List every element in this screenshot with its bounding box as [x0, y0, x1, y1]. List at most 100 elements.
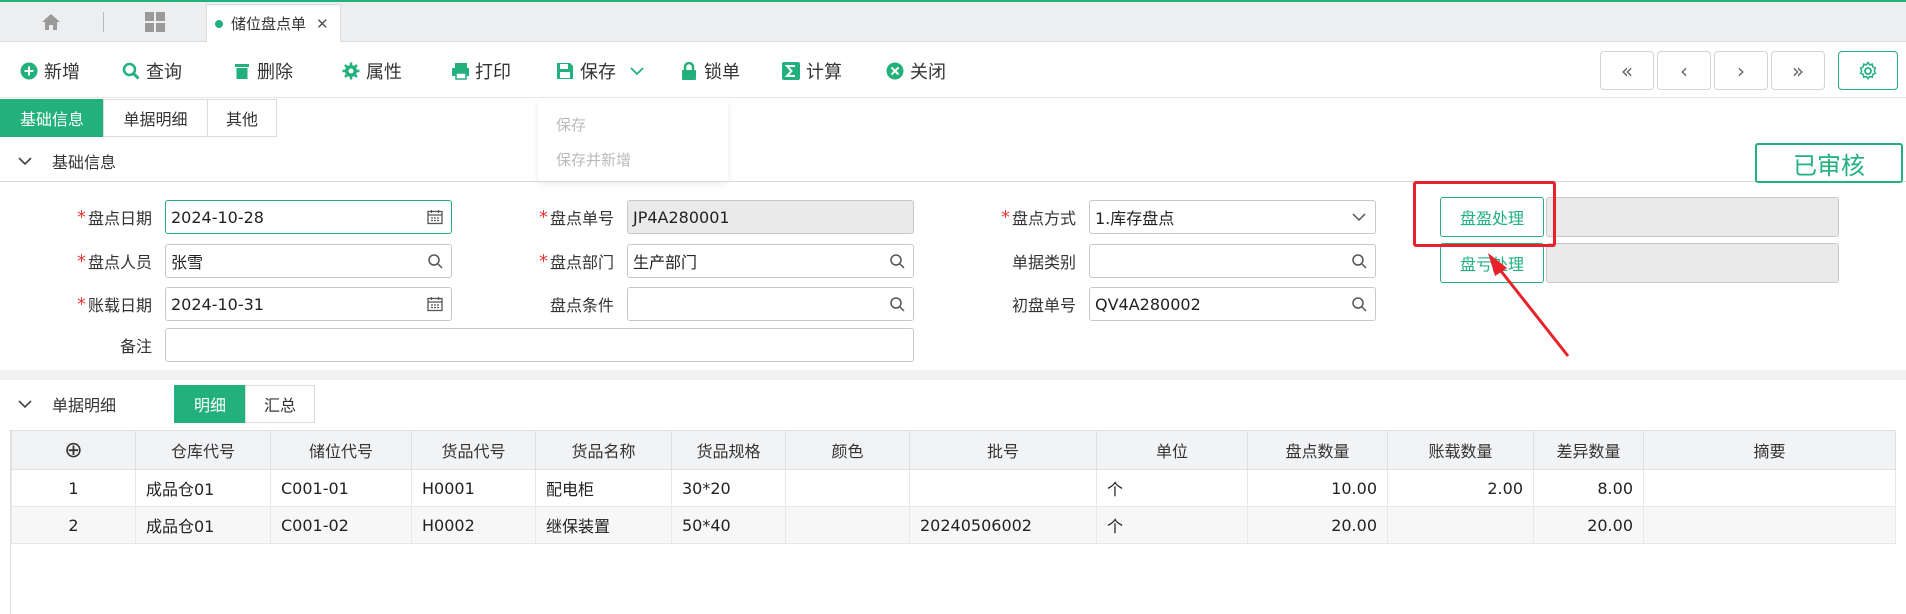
basic-info-header[interactable]: 基础信息: [0, 140, 1906, 182]
lock-icon: [680, 61, 698, 80]
cell-warehouse[interactable]: 成品仓01: [135, 506, 271, 544]
cell-summary[interactable]: [1643, 469, 1896, 507]
col-header[interactable]: 批号: [909, 430, 1097, 470]
last-record-button[interactable]: »: [1771, 51, 1825, 90]
cell-diff-qty[interactable]: 20.00: [1533, 506, 1644, 544]
col-header[interactable]: 盘点数量: [1247, 430, 1388, 470]
cell-unit[interactable]: 个: [1096, 506, 1248, 544]
menu-item-save[interactable]: 保存: [538, 108, 728, 143]
last-icon: »: [1791, 58, 1805, 83]
remark-field[interactable]: [165, 328, 914, 362]
first-count-no-field[interactable]: QV4A280002: [1089, 287, 1376, 321]
col-header[interactable]: 货品代号: [411, 430, 536, 470]
cell-warehouse[interactable]: 成品仓01: [135, 469, 271, 507]
cell-item-name[interactable]: 继保装置: [535, 506, 672, 544]
cell-unit[interactable]: 个: [1096, 469, 1248, 507]
document-tab[interactable]: 储位盘点单 ✕: [206, 4, 341, 42]
doc-type-label: 单据类别: [1011, 253, 1076, 272]
cell-book-qty[interactable]: 2.00: [1387, 469, 1534, 507]
cell-count-qty[interactable]: 10.00: [1247, 469, 1388, 507]
apps-tab[interactable]: [104, 2, 205, 42]
tab-summary[interactable]: 汇总: [245, 385, 315, 423]
calculate-button[interactable]: 计算: [782, 43, 842, 98]
tab-other[interactable]: 其他: [207, 99, 277, 137]
col-header[interactable]: 货品名称: [535, 430, 672, 470]
remark-label: 备注: [119, 337, 152, 356]
basic-info-title: 基础信息: [52, 152, 117, 172]
col-header[interactable]: 货品规格: [671, 430, 786, 470]
col-header[interactable]: 账载数量: [1387, 430, 1534, 470]
cell-item-code[interactable]: H0001: [411, 469, 536, 507]
query-button[interactable]: 查询: [122, 43, 182, 98]
count-cond-label: 盘点条件: [549, 296, 614, 315]
tab-detail-lines[interactable]: 明细: [174, 385, 246, 423]
cell-batch[interactable]: [909, 469, 1097, 507]
collapse-chevron-icon[interactable]: [18, 399, 32, 409]
cell-spec[interactable]: 50*40: [671, 506, 786, 544]
table-row[interactable]: 1 成品仓01 C001-01 H0001 配电柜 30*20 个 10.00 …: [11, 469, 1896, 507]
search-icon[interactable]: [1351, 253, 1367, 269]
cell-location[interactable]: C001-01: [270, 469, 412, 507]
tab-basic-info[interactable]: 基础信息: [0, 99, 104, 137]
loss-process-button[interactable]: 盘亏处理: [1440, 243, 1544, 283]
tab-detail[interactable]: 单据明细: [103, 99, 208, 137]
search-icon[interactable]: [1351, 296, 1367, 312]
acct-date-field[interactable]: 2024-10-31: [165, 287, 452, 321]
count-mode-select[interactable]: 1.库存盘点: [1089, 200, 1376, 234]
settings-button[interactable]: [1838, 51, 1898, 90]
cell-summary[interactable]: [1643, 506, 1896, 544]
col-header[interactable]: 颜色: [785, 430, 910, 470]
delete-button[interactable]: 删除: [233, 43, 293, 98]
chevron-down-icon[interactable]: [630, 66, 644, 76]
home-tab[interactable]: [0, 2, 102, 42]
close-circle-icon: [886, 62, 904, 80]
close-tab-icon[interactable]: ✕: [316, 15, 329, 33]
count-cond-field[interactable]: [627, 287, 914, 321]
prev-record-button[interactable]: ‹: [1657, 51, 1711, 90]
col-header[interactable]: 仓库代号: [135, 430, 271, 470]
search-icon[interactable]: [889, 296, 905, 312]
col-header[interactable]: 差异数量: [1533, 430, 1644, 470]
cell-count-qty[interactable]: 20.00: [1247, 506, 1388, 544]
search-icon[interactable]: [427, 253, 443, 269]
cell-item-code[interactable]: H0002: [411, 506, 536, 544]
search-icon[interactable]: [889, 253, 905, 269]
lock-label: 锁单: [704, 61, 740, 83]
collapse-chevron-icon[interactable]: [18, 156, 32, 166]
cell-book-qty[interactable]: [1387, 506, 1534, 544]
count-no-label-text: 盘点单号: [549, 209, 614, 228]
doc-type-field[interactable]: [1089, 244, 1376, 278]
cell-color[interactable]: [785, 506, 910, 544]
lock-button[interactable]: 锁单: [680, 43, 740, 98]
dept-value: 生产部门: [633, 253, 698, 272]
printer-icon: [451, 62, 469, 80]
print-button[interactable]: 打印: [451, 43, 511, 98]
col-header[interactable]: 储位代号: [270, 430, 412, 470]
calendar-icon[interactable]: [427, 296, 443, 312]
col-header[interactable]: 单位: [1096, 430, 1248, 470]
cell-color[interactable]: [785, 469, 910, 507]
dept-label-text: 盘点部门: [549, 253, 614, 272]
cell-batch[interactable]: 20240506002: [909, 506, 1097, 544]
calculate-label: 计算: [806, 61, 842, 83]
table-row[interactable]: 2 成品仓01 C001-02 H0002 继保装置 50*40 2024050…: [11, 506, 1896, 544]
count-mode-label-text: 盘点方式: [1011, 209, 1076, 228]
count-date-field[interactable]: 2024-10-28: [165, 200, 452, 234]
close-button[interactable]: 关闭: [886, 43, 946, 98]
properties-button[interactable]: 属性: [342, 43, 402, 98]
calendar-icon[interactable]: [427, 209, 443, 225]
save-button[interactable]: 保存: [556, 43, 644, 98]
cell-item-name[interactable]: 配电柜: [535, 469, 672, 507]
col-header[interactable]: 摘要: [1643, 430, 1896, 470]
cell-diff-qty[interactable]: 8.00: [1533, 469, 1644, 507]
cell-location[interactable]: C001-02: [270, 506, 412, 544]
new-button[interactable]: 新增: [20, 43, 80, 98]
next-record-button[interactable]: ›: [1714, 51, 1768, 90]
cell-spec[interactable]: 30*20: [671, 469, 786, 507]
dept-field[interactable]: 生产部门: [627, 244, 914, 278]
prev-icon: ‹: [1680, 58, 1688, 83]
add-row-icon[interactable]: ⊕: [11, 430, 136, 470]
save-label: 保存: [580, 61, 616, 83]
counter-field[interactable]: 张雪: [165, 244, 452, 278]
first-record-button[interactable]: «: [1600, 51, 1654, 90]
